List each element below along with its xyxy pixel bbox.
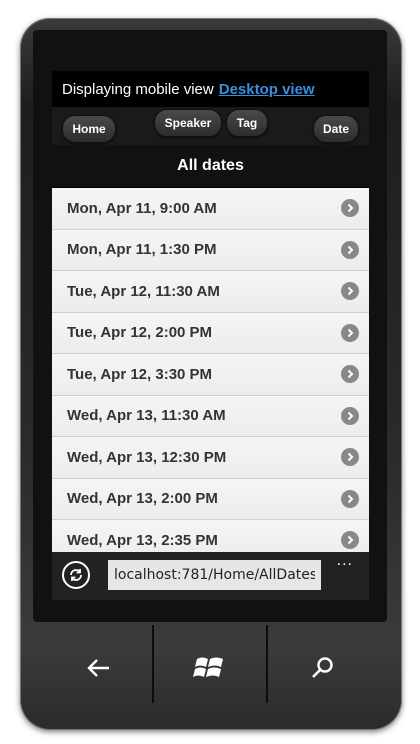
date-list-item[interactable]: Wed, Apr 13, 11:30 AM bbox=[52, 395, 369, 437]
tag-button[interactable]: Tag bbox=[226, 109, 268, 137]
desktop-view-link[interactable]: Desktop view bbox=[219, 81, 315, 98]
date-list-item-label: Tue, Apr 12, 11:30 AM bbox=[67, 282, 220, 300]
date-list-item-label: Tue, Apr 12, 2:00 PM bbox=[67, 324, 213, 342]
date-list-item[interactable]: Mon, Apr 11, 9:00 AM bbox=[52, 188, 369, 230]
hw-divider-right bbox=[266, 625, 268, 703]
date-list-item[interactable]: Tue, Apr 12, 3:30 PM bbox=[52, 354, 369, 396]
chevron-right-icon bbox=[341, 323, 359, 342]
more-options-icon[interactable]: ... bbox=[337, 552, 353, 570]
search-icon[interactable] bbox=[293, 640, 353, 696]
date-list-item-label: Wed, Apr 13, 2:35 PM bbox=[67, 531, 218, 549]
url-input[interactable] bbox=[108, 560, 321, 590]
home-button-label: Home bbox=[72, 122, 106, 136]
date-button[interactable]: Date bbox=[313, 115, 359, 143]
chevron-right-icon bbox=[341, 448, 359, 467]
date-list-item[interactable]: Tue, Apr 12, 11:30 AM bbox=[52, 271, 369, 313]
chevron-right-icon bbox=[341, 365, 359, 384]
date-list-item[interactable]: Wed, Apr 13, 12:30 PM bbox=[52, 437, 369, 479]
view-notice: Displaying mobile view Desktop view bbox=[52, 71, 369, 107]
windows-logo-icon[interactable] bbox=[180, 640, 240, 696]
date-button-label: Date bbox=[322, 122, 349, 136]
browser-screen: Displaying mobile view Desktop view Home… bbox=[52, 71, 369, 600]
back-arrow-icon[interactable] bbox=[68, 640, 128, 696]
chevron-right-icon bbox=[341, 489, 359, 508]
date-list-item-label: Tue, Apr 12, 3:30 PM bbox=[67, 365, 213, 383]
date-list-item-label: Wed, Apr 13, 11:30 AM bbox=[67, 407, 226, 425]
chevron-right-icon bbox=[341, 199, 359, 218]
date-list-item[interactable]: Mon, Apr 11, 1:30 PM bbox=[52, 229, 369, 271]
nav-bar: Home Speaker Tag Date bbox=[52, 107, 369, 145]
date-list-item[interactable]: Tue, Apr 12, 2:00 PM bbox=[52, 312, 369, 354]
chevron-right-icon bbox=[341, 240, 359, 259]
home-button[interactable]: Home bbox=[62, 115, 116, 143]
refresh-icon[interactable] bbox=[62, 561, 90, 589]
hw-divider-left bbox=[152, 625, 154, 703]
chevron-right-icon bbox=[341, 282, 359, 301]
speaker-button-label: Speaker bbox=[164, 116, 212, 130]
page-title-text: All dates bbox=[177, 157, 244, 174]
view-notice-text: Displaying mobile view bbox=[62, 80, 214, 98]
chevron-right-icon bbox=[341, 406, 359, 425]
tag-button-label: Tag bbox=[236, 116, 258, 130]
date-list-item-label: Wed, Apr 13, 12:30 PM bbox=[67, 448, 227, 466]
date-list: Mon, Apr 11, 9:00 AM Mon, Apr 11, 1:30 PM… bbox=[52, 188, 369, 600]
browser-address-bar: ... bbox=[52, 552, 369, 600]
date-list-item[interactable]: Wed, Apr 13, 2:00 PM bbox=[52, 478, 369, 520]
date-list-item-label: Mon, Apr 11, 9:00 AM bbox=[67, 199, 217, 217]
speaker-button[interactable]: Speaker bbox=[154, 109, 222, 137]
date-list-item-label: Mon, Apr 11, 1:30 PM bbox=[67, 241, 217, 259]
date-list-item-label: Wed, Apr 13, 2:00 PM bbox=[67, 490, 218, 508]
chevron-right-icon bbox=[341, 531, 359, 550]
page-title: All dates bbox=[52, 145, 369, 187]
